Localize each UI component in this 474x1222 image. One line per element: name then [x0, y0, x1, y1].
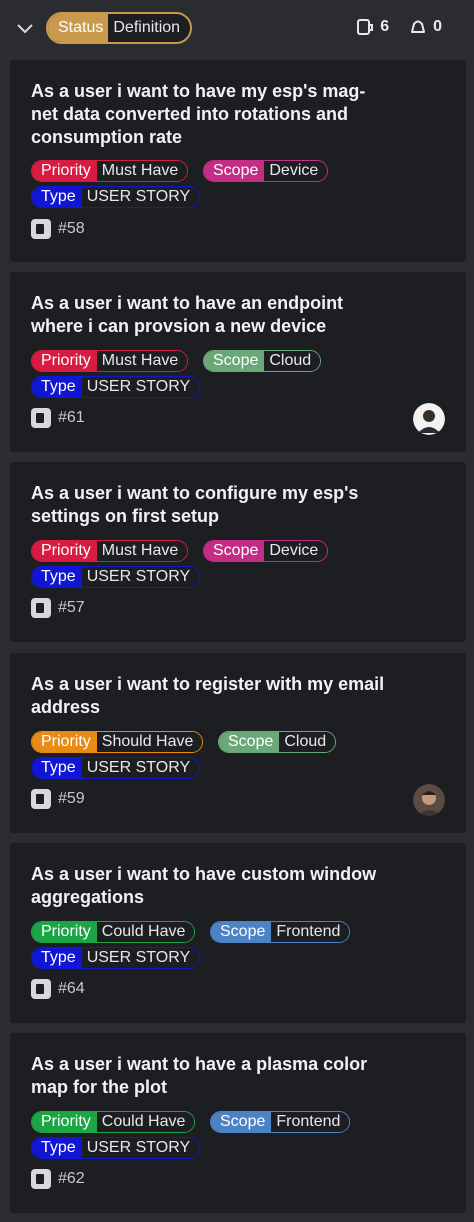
issue-icon [31, 408, 51, 428]
column-header: Status Definition 6 0 [0, 0, 474, 56]
type-tag: Type USER STORY [31, 376, 201, 398]
assignee-avatar[interactable] [413, 403, 445, 435]
card-title: As a user i want to have my esp's mag- n… [31, 81, 366, 147]
alert-count: 0 [433, 18, 442, 35]
issue-icon [31, 1169, 51, 1189]
scope-tag: Scope Cloud [203, 350, 322, 372]
issue-icon [31, 979, 51, 999]
type-tag: Type USER STORY [31, 186, 201, 208]
issue-icon [31, 789, 51, 809]
issue-card[interactable]: As a user i want to have my esp's mag- n… [10, 60, 466, 262]
issue-card[interactable]: As a user i want to configure my esp's s… [10, 462, 466, 642]
issue-icon [31, 219, 51, 239]
scope-tag: Scope Cloud [218, 731, 337, 753]
priority-tag: Priority Must Have [31, 160, 189, 182]
scope-tag: Scope Device [203, 160, 329, 182]
scope-tag: Scope Device [203, 540, 329, 562]
priority-tag: Priority Must Have [31, 540, 189, 562]
card-title: As a user i want to have custom window a… [31, 864, 377, 907]
column-counts: 6 0 [356, 18, 442, 36]
status-key: Status [48, 14, 109, 42]
issue-card[interactable]: As a user i want to have a plasma color … [10, 1033, 466, 1213]
issue-icon [31, 598, 51, 618]
issue-number[interactable]: #61 [58, 409, 85, 427]
issue-number[interactable]: #59 [58, 790, 85, 808]
type-tag: Type USER STORY [31, 947, 201, 969]
issue-number[interactable]: #62 [58, 1170, 85, 1188]
type-tag: Type USER STORY [31, 757, 201, 779]
item-count: 6 [380, 18, 390, 35]
status-value: Definition [108, 14, 191, 42]
issue-number[interactable]: #57 [58, 599, 85, 617]
card-title: As a user i want to configure my esp's s… [31, 483, 359, 526]
type-tag: Type USER STORY [31, 566, 201, 588]
card-title: As a user i want to have an endpoint whe… [31, 293, 344, 336]
priority-tag: Priority Should Have [31, 731, 204, 753]
card-title: As a user i want to register with my ema… [31, 674, 385, 717]
chevron-down-icon[interactable] [14, 17, 36, 39]
priority-tag: Priority Must Have [31, 350, 189, 372]
bell-icon [411, 20, 426, 33]
issue-card[interactable]: As a user i want to have an endpoint whe… [10, 272, 466, 452]
issue-card[interactable]: As a user i want to register with my ema… [10, 653, 466, 833]
assignee-avatar[interactable] [413, 784, 445, 816]
issue-card[interactable]: As a user i want to have custom window a… [10, 843, 466, 1023]
scope-tag: Scope Frontend [210, 1111, 351, 1133]
priority-tag: Priority Could Have [31, 1111, 196, 1133]
card-title: As a user i want to have a plasma color … [31, 1054, 368, 1097]
issue-number[interactable]: #64 [58, 980, 85, 998]
status-filter-pill[interactable]: Status Definition [46, 12, 193, 44]
issue-icon [357, 19, 374, 35]
issue-number[interactable]: #58 [58, 220, 85, 238]
type-tag: Type USER STORY [31, 1137, 201, 1159]
scope-tag: Scope Frontend [210, 921, 351, 943]
priority-tag: Priority Could Have [31, 921, 196, 943]
